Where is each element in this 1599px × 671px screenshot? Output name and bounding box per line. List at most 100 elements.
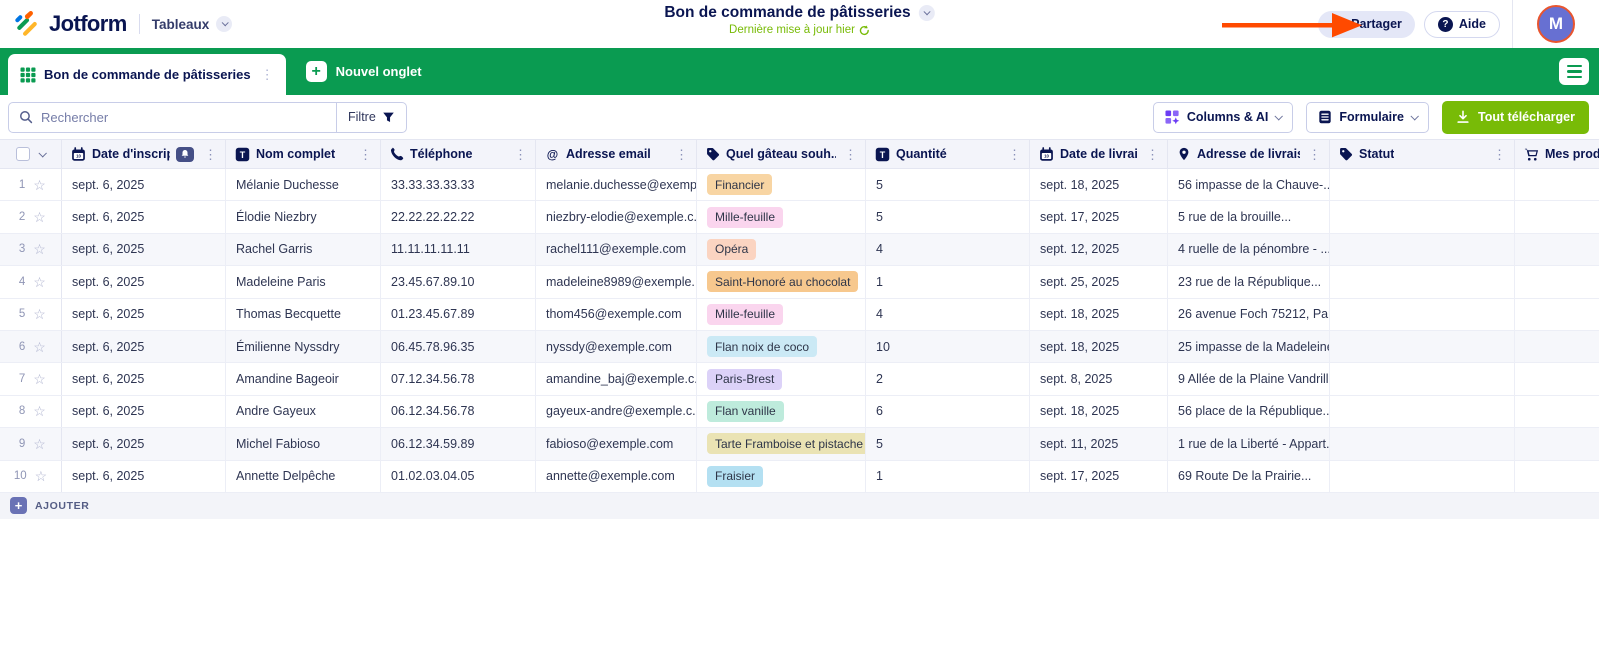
cell-name[interactable]: Annette Delpêche bbox=[226, 461, 381, 492]
cell-address[interactable]: 23 rue de la République... bbox=[1168, 266, 1330, 297]
cell-cake[interactable]: Mille-feuille bbox=[697, 201, 866, 232]
column-header[interactable]: @Adresse email⋮ bbox=[536, 140, 697, 168]
cell-name[interactable]: Élodie Niezbry bbox=[226, 201, 381, 232]
cell-phone[interactable]: 01.02.03.04.05 bbox=[381, 461, 536, 492]
cell-date[interactable]: sept. 6, 2025 bbox=[62, 363, 226, 394]
cell-name[interactable]: Madeleine Paris bbox=[226, 266, 381, 297]
column-menu-kebab-icon[interactable]: ⋮ bbox=[1306, 148, 1323, 161]
cell-phone[interactable]: 33.33.33.33.33 bbox=[381, 169, 536, 200]
cell-phone[interactable]: 23.45.67.89.10 bbox=[381, 266, 536, 297]
nav-tableaux-dropdown[interactable]: Tableaux bbox=[152, 16, 233, 32]
cell-qty[interactable]: 5 bbox=[866, 428, 1030, 459]
column-menu-kebab-icon[interactable]: ⋮ bbox=[842, 148, 859, 161]
cell-address[interactable]: 56 impasse de la Chauve-... bbox=[1168, 169, 1330, 200]
filter-button[interactable]: Filtre bbox=[336, 103, 406, 132]
cell-products[interactable] bbox=[1515, 299, 1599, 330]
cell-status[interactable] bbox=[1330, 266, 1515, 297]
cell-cake[interactable]: Saint-Honoré au chocolat bbox=[697, 266, 866, 297]
cell-email[interactable]: thom456@exemple.com bbox=[536, 299, 697, 330]
cell-cake[interactable]: Paris-Brest bbox=[697, 363, 866, 394]
cell-email[interactable]: nyssdy@exemple.com bbox=[536, 331, 697, 362]
cell-products[interactable] bbox=[1515, 331, 1599, 362]
star-icon[interactable]: ☆ bbox=[33, 178, 46, 192]
search-box[interactable] bbox=[9, 103, 336, 132]
cell-name[interactable]: Amandine Bageoir bbox=[226, 363, 381, 394]
refresh-icon[interactable] bbox=[859, 25, 870, 36]
cell-address[interactable]: 9 Allée de la Plaine Vandrille... bbox=[1168, 363, 1330, 394]
select-all-checkbox[interactable] bbox=[16, 147, 30, 161]
column-header[interactable]: Statut⋮ bbox=[1330, 140, 1515, 168]
cell-status[interactable] bbox=[1330, 299, 1515, 330]
cell-name[interactable]: Émilienne Nyssdry bbox=[226, 331, 381, 362]
columns-ai-button[interactable]: Columns & AI bbox=[1153, 102, 1293, 133]
cell-delivery[interactable]: sept. 17, 2025 bbox=[1030, 201, 1168, 232]
cell-address[interactable]: 56 place de la République... bbox=[1168, 396, 1330, 427]
column-header[interactable]: 10Date d'inscript...⋮ bbox=[62, 140, 226, 168]
cell-date[interactable]: sept. 6, 2025 bbox=[62, 299, 226, 330]
cell-phone[interactable]: 22.22.22.22.22 bbox=[381, 201, 536, 232]
cell-products[interactable] bbox=[1515, 461, 1599, 492]
cell-status[interactable] bbox=[1330, 169, 1515, 200]
cell-status[interactable] bbox=[1330, 461, 1515, 492]
column-header[interactable]: 10Date de livraison ...⋮ bbox=[1030, 140, 1168, 168]
column-header[interactable]: Quel gâteau souh...⋮ bbox=[697, 140, 866, 168]
star-icon[interactable]: ☆ bbox=[33, 437, 46, 451]
cell-phone[interactable]: 01.23.45.67.89 bbox=[381, 299, 536, 330]
cell-email[interactable]: rachel111@exemple.com bbox=[536, 234, 697, 265]
cell-name[interactable]: Rachel Garris bbox=[226, 234, 381, 265]
tab-menu-kebab-icon[interactable]: ⋮ bbox=[259, 68, 276, 81]
column-header[interactable]: TQuantité⋮ bbox=[866, 140, 1030, 168]
cell-date[interactable]: sept. 6, 2025 bbox=[62, 428, 226, 459]
cell-name[interactable]: Thomas Becquette bbox=[226, 299, 381, 330]
cell-qty[interactable]: 2 bbox=[866, 363, 1030, 394]
cell-status[interactable] bbox=[1330, 363, 1515, 394]
cell-status[interactable] bbox=[1330, 201, 1515, 232]
download-all-button[interactable]: Tout télécharger bbox=[1442, 101, 1589, 134]
cell-status[interactable] bbox=[1330, 396, 1515, 427]
star-icon[interactable]: ☆ bbox=[33, 372, 46, 386]
chevron-down-icon[interactable] bbox=[38, 149, 46, 157]
cell-products[interactable] bbox=[1515, 428, 1599, 459]
cell-qty[interactable]: 5 bbox=[866, 201, 1030, 232]
form-button[interactable]: Formulaire bbox=[1306, 102, 1429, 133]
cell-date[interactable]: sept. 6, 2025 bbox=[62, 461, 226, 492]
cell-qty[interactable]: 10 bbox=[866, 331, 1030, 362]
share-button[interactable]: Partager bbox=[1318, 11, 1415, 38]
cell-email[interactable]: annette@exemple.com bbox=[536, 461, 697, 492]
help-button[interactable]: ? Aide bbox=[1424, 11, 1500, 38]
cell-address[interactable]: 4 ruelle de la pénombre - ... bbox=[1168, 234, 1330, 265]
column-menu-kebab-icon[interactable]: ⋮ bbox=[512, 148, 529, 161]
cell-date[interactable]: sept. 6, 2025 bbox=[62, 234, 226, 265]
jotform-logo[interactable]: Jotform bbox=[14, 11, 127, 38]
cell-qty[interactable]: 4 bbox=[866, 234, 1030, 265]
cell-address[interactable]: 69 Route De la Prairie... bbox=[1168, 461, 1330, 492]
cell-cake[interactable]: Flan vanille bbox=[697, 396, 866, 427]
cell-name[interactable]: Michel Fabioso bbox=[226, 428, 381, 459]
star-icon[interactable]: ☆ bbox=[33, 307, 46, 321]
cell-delivery[interactable]: sept. 18, 2025 bbox=[1030, 331, 1168, 362]
title-chevron-down-icon[interactable] bbox=[919, 5, 935, 21]
cell-products[interactable] bbox=[1515, 234, 1599, 265]
cell-address[interactable]: 25 impasse de la Madeleine... bbox=[1168, 331, 1330, 362]
cell-delivery[interactable]: sept. 25, 2025 bbox=[1030, 266, 1168, 297]
cell-products[interactable] bbox=[1515, 169, 1599, 200]
column-header[interactable]: Téléphone⋮ bbox=[381, 140, 536, 168]
star-icon[interactable]: ☆ bbox=[33, 210, 46, 224]
avatar[interactable]: M bbox=[1537, 5, 1575, 43]
cell-phone[interactable]: 07.12.34.56.78 bbox=[381, 363, 536, 394]
add-row-strip[interactable]: + AJOUTER bbox=[0, 493, 1599, 519]
cell-status[interactable] bbox=[1330, 234, 1515, 265]
cell-delivery[interactable]: sept. 18, 2025 bbox=[1030, 299, 1168, 330]
column-menu-kebab-icon[interactable]: ⋮ bbox=[1006, 148, 1023, 161]
column-menu-kebab-icon[interactable]: ⋮ bbox=[357, 148, 374, 161]
cell-qty[interactable]: 1 bbox=[866, 461, 1030, 492]
column-menu-kebab-icon[interactable]: ⋮ bbox=[1144, 148, 1161, 161]
cell-email[interactable]: melanie.duchesse@exemp... bbox=[536, 169, 697, 200]
cell-delivery[interactable]: sept. 18, 2025 bbox=[1030, 169, 1168, 200]
cell-cake[interactable]: Opéra bbox=[697, 234, 866, 265]
star-icon[interactable]: ☆ bbox=[33, 275, 46, 289]
cell-delivery[interactable]: sept. 8, 2025 bbox=[1030, 363, 1168, 394]
cell-email[interactable]: gayeux-andre@exemple.c... bbox=[536, 396, 697, 427]
star-icon[interactable]: ☆ bbox=[33, 404, 46, 418]
cell-qty[interactable]: 4 bbox=[866, 299, 1030, 330]
